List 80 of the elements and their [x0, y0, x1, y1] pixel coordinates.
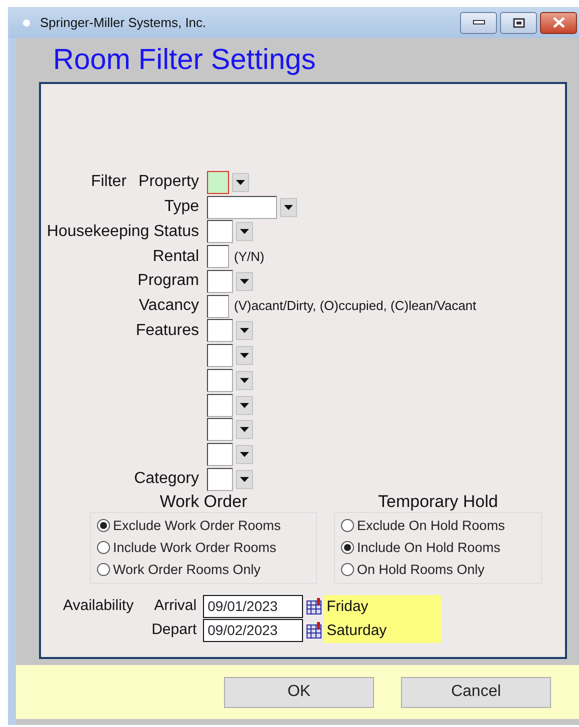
input-field[interactable]	[207, 196, 277, 219]
input-field[interactable]	[207, 418, 233, 442]
radio-button[interactable]	[97, 541, 110, 554]
caret-icon	[240, 402, 249, 408]
radio-option[interactable]: Include On Hold Rooms	[341, 536, 535, 559]
hint-text: (V)acant/Dirty, (O)ccupied, (C)lean/Vacant	[234, 297, 476, 316]
radio-option[interactable]: Exclude Work Order Rooms	[97, 514, 310, 537]
window-title: Springer-Miller Systems, Inc.	[40, 14, 206, 32]
input-field[interactable]	[207, 468, 233, 491]
radio-option[interactable]: Work Order Rooms Only	[97, 558, 310, 581]
date-label: Arrival	[154, 596, 197, 616]
input-field[interactable]	[207, 245, 229, 268]
close-button[interactable]	[540, 12, 577, 34]
caret-icon	[240, 476, 249, 482]
input-field[interactable]	[207, 368, 233, 392]
radio-button[interactable]	[97, 563, 110, 576]
minimize-icon	[472, 20, 484, 25]
maximize-icon	[512, 18, 524, 28]
cancel-button[interactable]: Cancel	[401, 676, 551, 708]
dropdown-button[interactable]	[236, 222, 253, 242]
dropdown-button[interactable]	[236, 346, 253, 366]
calendar-icon[interactable]	[306, 622, 322, 640]
group-title: Work Order	[158, 492, 248, 512]
input-field[interactable]	[207, 220, 233, 244]
field-label: Rental	[152, 246, 199, 267]
radio-button[interactable]	[341, 519, 354, 532]
input-field[interactable]	[207, 294, 229, 318]
radio-button[interactable]	[97, 519, 110, 532]
caret-icon	[240, 378, 249, 383]
caret-icon	[240, 427, 249, 432]
caret-icon	[240, 278, 249, 284]
dropdown-button[interactable]	[236, 445, 253, 464]
dialog-heading: Room Filter Settings	[53, 43, 317, 77]
dropdown-button[interactable]	[236, 370, 253, 390]
caret-icon	[240, 353, 249, 358]
hint-text: (Y/N)	[234, 248, 264, 266]
ok-button[interactable]: OK	[224, 676, 374, 708]
input-field[interactable]	[207, 394, 233, 417]
field-label: Program	[138, 271, 199, 292]
input-field[interactable]	[207, 270, 233, 293]
field-label: Features	[136, 320, 199, 341]
field-label: Category	[134, 469, 199, 490]
date-label: Depart	[152, 620, 197, 640]
availability-label: Availability	[63, 596, 134, 616]
input-field[interactable]	[207, 170, 229, 194]
radio-button[interactable]	[341, 563, 354, 576]
caret-icon	[236, 180, 245, 185]
group-title: Temporary Hold	[377, 492, 499, 512]
day-text: Friday	[326, 596, 370, 617]
dropdown-button[interactable]	[236, 470, 253, 489]
radio-option[interactable]: Exclude On Hold Rooms	[341, 514, 535, 537]
day-text: Saturday	[326, 620, 388, 641]
minimize-button[interactable]	[460, 12, 497, 34]
dropdown-button[interactable]	[232, 172, 249, 192]
caret-icon	[240, 452, 249, 458]
field-label: Vacancy	[138, 296, 199, 316]
caret-icon	[284, 204, 293, 210]
radio-button[interactable]	[341, 541, 354, 554]
caret-icon	[240, 328, 249, 334]
dropdown-button[interactable]	[236, 272, 253, 291]
calendar-icon[interactable]	[306, 598, 322, 616]
input-field[interactable]	[207, 443, 233, 466]
filter-label: Filter	[90, 172, 127, 192]
field-label: Type	[164, 197, 199, 218]
maximize-button[interactable]	[500, 12, 537, 34]
input-field[interactable]	[207, 319, 233, 342]
close-icon	[552, 17, 564, 28]
field-label: Property	[138, 172, 199, 192]
field-label: Housekeeping Status	[46, 222, 199, 242]
radio-option[interactable]: Include Work Order Rooms	[97, 536, 310, 559]
input-field[interactable]	[207, 344, 233, 368]
app-icon	[22, 17, 31, 28]
dropdown-button[interactable]	[236, 396, 253, 415]
dropdown-button[interactable]	[236, 420, 253, 440]
radio-option[interactable]: On Hold Rooms Only	[341, 558, 535, 581]
dropdown-button[interactable]	[280, 198, 297, 217]
date-field[interactable]: 09/01/2023	[202, 595, 303, 618]
date-field[interactable]: 09/02/2023	[202, 619, 303, 642]
caret-icon	[240, 229, 249, 234]
dropdown-button[interactable]	[236, 321, 253, 340]
